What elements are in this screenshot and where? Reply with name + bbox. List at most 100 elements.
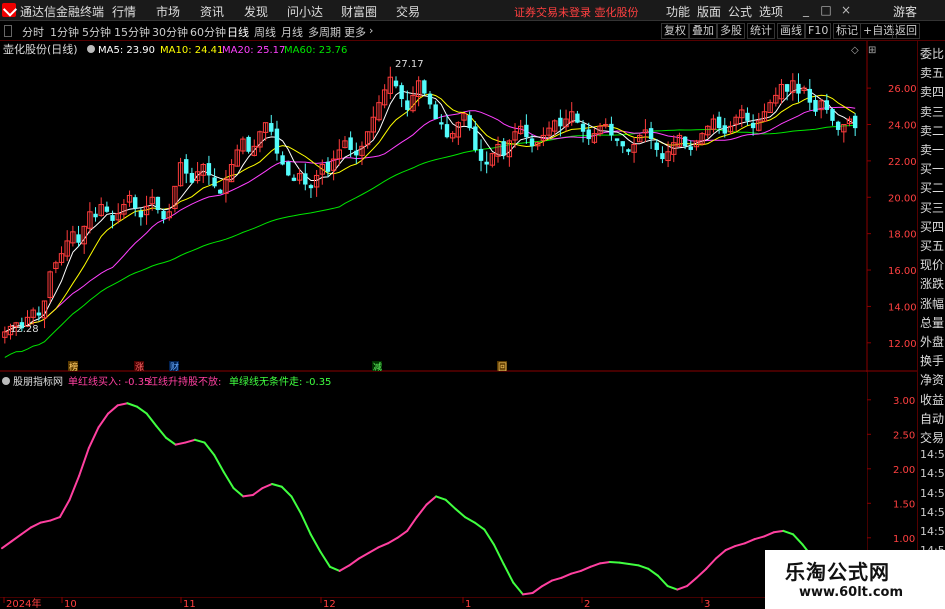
side-item: 买二: [920, 181, 945, 196]
diamond-icon[interactable]: ◇: [851, 45, 859, 56]
menu-jiaoyi[interactable]: 交易: [396, 3, 420, 20]
candle-body: [688, 146, 693, 150]
side-item: 收益: [920, 392, 945, 407]
side-item: 卖二: [920, 123, 945, 138]
period-daily[interactable]: 日线: [227, 24, 249, 40]
period-monthly[interactable]: 月线: [281, 24, 303, 40]
x-tick-label: 11: [183, 599, 196, 609]
maximize-icon[interactable]: □: [818, 2, 834, 18]
side-item[interactable]: 14:54: [920, 467, 945, 480]
menu-faxian[interactable]: 发现: [244, 3, 268, 20]
app-logo-icon: [2, 3, 16, 17]
menu-zixun[interactable]: 资讯: [200, 3, 224, 20]
btn-tongji[interactable]: 统计: [747, 23, 775, 39]
ma20-legend: MA20: 25.17: [222, 45, 285, 56]
period-more[interactable]: 更多: [344, 24, 366, 40]
candle-body: [104, 206, 110, 212]
btn-biaoji[interactable]: 标记: [833, 23, 861, 39]
candle-body: [184, 159, 189, 174]
plus-box-icon[interactable]: ⊞: [868, 45, 876, 56]
candle-body: [750, 122, 756, 129]
btn-duogu[interactable]: 多股: [717, 23, 745, 39]
more-chevron-icon[interactable]: ›: [369, 24, 373, 37]
menu-bar: 通达信金融终端 行情 市场 资讯 发现 问小达 财富圈 交易 证券交易未登录 壶…: [0, 0, 945, 21]
period-1min[interactable]: 1分钟: [50, 24, 79, 40]
menu-wenxiaoda[interactable]: 问小达: [287, 3, 323, 20]
candle-body: [348, 137, 353, 150]
period-30min[interactable]: 30分钟: [152, 24, 188, 40]
indicator-y-tick-label: 2.50: [893, 430, 915, 441]
side-item[interactable]: 14:54: [920, 448, 945, 461]
indicator-settings-icon[interactable]: [2, 377, 10, 385]
indicator-panel[interactable]: [0, 372, 867, 597]
period-15min[interactable]: 15分钟: [114, 24, 150, 40]
event-mark-bang[interactable]: 榜: [69, 361, 78, 373]
menu-gongneng[interactable]: 功能: [666, 3, 690, 20]
side-item: 委比: [920, 47, 945, 61]
period-multi[interactable]: 多周期: [308, 24, 341, 40]
settings-circle-icon[interactable]: [87, 45, 95, 53]
toolbar-toggle-icon[interactable]: [4, 25, 12, 37]
side-item: 买五: [920, 239, 945, 253]
main-chart-title: 壶化股份(日线): [3, 42, 78, 56]
side-item[interactable]: 14:55: [920, 506, 945, 519]
period-60min[interactable]: 60分钟: [190, 24, 226, 40]
menu-xuanxiang[interactable]: 选项: [759, 3, 783, 20]
candle-body: [439, 122, 444, 125]
login-notice: 证券交易未登录 壶化股份: [514, 6, 639, 19]
btn-fanhui[interactable]: 返回: [892, 23, 920, 39]
btn-diejia[interactable]: 叠加: [689, 23, 717, 39]
x-tick-label: 12: [323, 599, 336, 609]
candle-body: [609, 123, 614, 136]
menu-gongshi[interactable]: 公式: [728, 3, 752, 20]
minimize-icon[interactable]: _: [798, 2, 814, 18]
indicator-segment: [599, 560, 611, 565]
indicator-segment: [242, 494, 254, 498]
candle-body: [274, 128, 280, 154]
menu-banmian[interactable]: 版面: [697, 3, 721, 20]
candle-body: [580, 123, 586, 132]
candle-body: [473, 126, 478, 150]
btn-huaxian[interactable]: 画线: [777, 23, 805, 39]
candle-body: [501, 141, 506, 156]
chart-area[interactable]: 12.0014.0016.0018.0020.0022.0024.0026.00…: [0, 41, 917, 609]
side-item: 买一: [920, 162, 945, 177]
side-item[interactable]: 14:54: [920, 487, 945, 500]
candle-body: [93, 213, 98, 218]
menu-caifuquan[interactable]: 财富圈: [341, 3, 377, 20]
period-weekly[interactable]: 周线: [254, 24, 276, 40]
user-label[interactable]: 游客: [893, 3, 917, 20]
event-mark-hui[interactable]: 回: [498, 362, 507, 373]
event-mark-cai[interactable]: 财: [170, 361, 179, 373]
candle-body: [660, 153, 665, 160]
menu-shichang[interactable]: 市场: [156, 3, 180, 20]
candle-body: [286, 161, 291, 176]
side-item[interactable]: 交易: [920, 429, 944, 446]
btn-f10[interactable]: F10: [805, 23, 832, 39]
low-price-label: 12.28: [10, 324, 39, 335]
x-axis: 2024年 10 11 12 1 2 3: [3, 597, 710, 609]
side-item: 卖三: [920, 104, 945, 119]
btn-fuquan[interactable]: 复权: [661, 23, 689, 39]
menu-hangqing[interactable]: 行情: [112, 3, 136, 20]
event-mark-zhang[interactable]: 涨: [135, 362, 144, 373]
side-item[interactable]: 自动: [920, 410, 944, 427]
indicator-y-tick-label: 2.00: [893, 465, 915, 476]
app-title: 通达信金融终端: [20, 5, 105, 19]
main-y-tick-label: 18.00: [888, 230, 917, 241]
candle-body: [807, 88, 813, 103]
event-mark-jian[interactable]: 减: [373, 361, 382, 373]
candle-body: [422, 80, 427, 94]
candle-body: [433, 104, 438, 120]
side-item: 外盘: [920, 335, 945, 349]
period-fenshi[interactable]: 分时: [22, 24, 44, 40]
period-5min[interactable]: 5分钟: [82, 24, 111, 40]
close-icon[interactable]: ×: [838, 2, 854, 18]
candle-body: [133, 197, 138, 209]
candle-body: [218, 189, 223, 194]
candle-body: [212, 177, 217, 187]
candle-body: [354, 150, 359, 156]
indicator-title: 股朋指标网: [13, 375, 63, 388]
side-item[interactable]: 14:55: [920, 525, 945, 538]
side-item: 换手: [920, 354, 945, 369]
